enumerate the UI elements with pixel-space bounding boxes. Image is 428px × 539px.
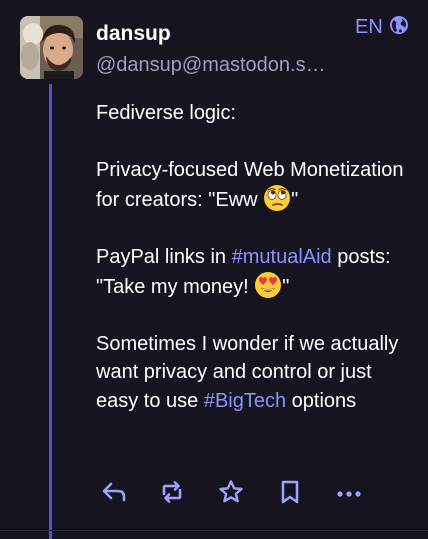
boost-icon [159,480,185,509]
status-content: Fediverse logic: Privacy-focused Web Mon… [96,99,418,415]
thread-line [49,84,52,539]
paragraph-text: Fediverse logic: [96,102,237,124]
bookmark-icon [279,479,301,510]
avatar[interactable] [20,16,83,79]
bookmark-button[interactable] [272,476,308,512]
heart-eyes-emoji [254,271,282,299]
rolling-eyes-emoji [263,184,291,212]
paragraph-text: options [286,389,357,412]
content-paragraph: PayPal links in #mutualAid posts: "Take … [96,243,418,302]
paragraph-text: " [291,189,299,211]
content-paragraph: Sometimes I wonder if we actually want p… [96,330,418,416]
status-action-bar [96,476,376,512]
hashtag-link[interactable]: #BigTech [204,390,286,412]
paragraph-text: PayPal links in [96,245,232,268]
divider [0,530,428,531]
language-indicator: EN [355,15,409,40]
boost-button[interactable] [154,476,190,512]
language-code: EN [355,16,383,38]
paragraph-text: " [282,276,290,298]
content-paragraph: Privacy-focused Web Monetization for cre… [96,156,418,215]
favourite-button[interactable] [213,476,249,512]
globe-icon [389,15,409,40]
account-handle[interactable]: @dansup@mastodon.s… [96,54,326,77]
hashtag-link[interactable]: #mutualAid [232,246,332,268]
content-paragraph: Fediverse logic: [96,99,418,128]
more-button[interactable] [331,476,367,512]
status-post: dansup @dansup@mastodon.s… EN Fediverse … [0,0,428,539]
reply-icon [101,481,127,508]
display-name[interactable]: dansup [96,22,171,46]
reply-button[interactable] [96,476,132,512]
star-icon [218,479,244,510]
more-icon [336,485,362,503]
paragraph-text: Privacy-focused Web Monetization for cre… [96,158,404,212]
